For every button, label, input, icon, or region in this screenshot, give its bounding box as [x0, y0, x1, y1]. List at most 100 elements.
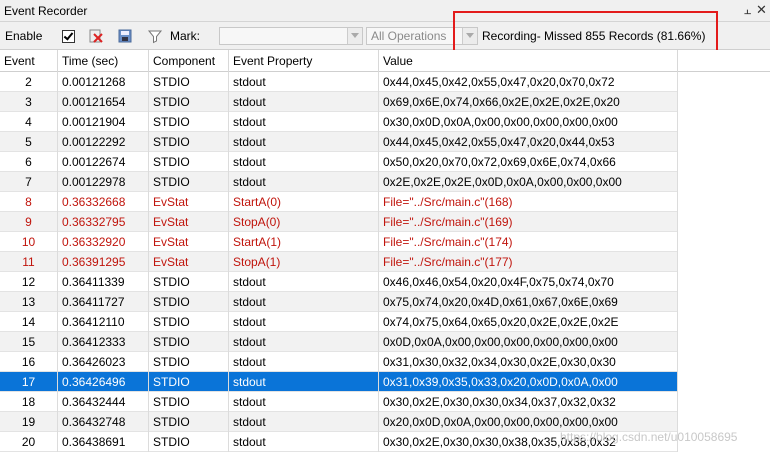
value-cell: 0x2E,0x2E,0x2E,0x0D,0x0A,0x00,0x00,0x00	[379, 172, 678, 192]
component-cell: STDIO	[149, 432, 229, 452]
value-cell: File="../Src/main.c"(169)	[379, 212, 678, 232]
component-cell: STDIO	[149, 292, 229, 312]
filter-icon[interactable]	[147, 22, 163, 50]
property-cell: stdout	[229, 132, 379, 152]
table-row[interactable]: 14 0.36412110 STDIO stdout 0x74,0x75,0x64,0x…	[0, 312, 678, 332]
time-cell: 0.36412333	[58, 332, 149, 352]
value-cell: 0x0D,0x0A,0x00,0x00,0x00,0x00,0x00,0x00	[379, 332, 678, 352]
table-row[interactable]: 16 0.36426023 STDIO stdout 0x31,0x30,0x32,0x…	[0, 352, 678, 372]
table-row[interactable]: 13 0.36411727 STDIO stdout 0x75,0x74,0x20,0x…	[0, 292, 678, 312]
time-cell: 0.36432748	[58, 412, 149, 432]
component-cell: STDIO	[149, 332, 229, 352]
event-cell: 6	[0, 152, 58, 172]
component-cell: EvStat	[149, 212, 229, 232]
event-cell: 7	[0, 172, 58, 192]
clear-icon[interactable]	[88, 22, 104, 50]
event-cell: 2	[0, 72, 58, 92]
column-header-value[interactable]: Value	[379, 50, 678, 72]
event-cell: 15	[0, 332, 58, 352]
table-row[interactable]: 15 0.36412333 STDIO stdout 0x0D,0x0A,0x00,0x…	[0, 332, 678, 352]
table-row[interactable]: 5 0.00122292 STDIO stdout 0x44,0x45,0x42,0x5…	[0, 132, 678, 152]
time-cell: 0.36332668	[58, 192, 149, 212]
time-cell: 0.36426023	[58, 352, 149, 372]
table-row[interactable]: 6 0.00122674 STDIO stdout 0x50,0x20,0x70,0x7…	[0, 152, 678, 172]
mark-dropdown[interactable]	[219, 27, 363, 45]
property-cell: stdout	[229, 292, 379, 312]
property-cell: stdout	[229, 352, 379, 372]
event-cell: 9	[0, 212, 58, 232]
value-cell: 0x30,0x0D,0x0A,0x00,0x00,0x00,0x00,0x00	[379, 112, 678, 132]
event-cell: 4	[0, 112, 58, 132]
value-cell: 0x75,0x74,0x20,0x4D,0x61,0x67,0x6E,0x69	[379, 292, 678, 312]
property-cell: stdout	[229, 432, 379, 452]
component-cell: STDIO	[149, 412, 229, 432]
close-icon[interactable]: ✕	[756, 2, 767, 18]
table-row[interactable]: 8 0.36332668 EvStat StartA(0) File="../Src/m…	[0, 192, 678, 212]
time-cell: 0.36426496	[58, 372, 149, 392]
table-row[interactable]: 18 0.36432444 STDIO stdout 0x30,0x2E,0x30,0x…	[0, 392, 678, 412]
value-cell: 0x20,0x0D,0x0A,0x00,0x00,0x00,0x00,0x00	[379, 412, 678, 432]
component-cell: EvStat	[149, 252, 229, 272]
time-cell: 0.00122292	[58, 132, 149, 152]
component-cell: STDIO	[149, 112, 229, 132]
value-cell: 0x69,0x6E,0x74,0x66,0x2E,0x2E,0x2E,0x20	[379, 92, 678, 112]
event-cell: 10	[0, 232, 58, 252]
event-cell: 14	[0, 312, 58, 332]
event-cell: 20	[0, 432, 58, 452]
property-cell: StartA(1)	[229, 232, 379, 252]
property-cell: stdout	[229, 272, 379, 292]
window-title: Event Recorder	[4, 4, 88, 18]
column-header-time[interactable]: Time (sec)	[58, 50, 149, 72]
time-cell: 0.36411339	[58, 272, 149, 292]
component-cell: EvStat	[149, 192, 229, 212]
component-cell: STDIO	[149, 372, 229, 392]
table-row[interactable]: 2 0.00121268 STDIO stdout 0x44,0x45,0x42,0x5…	[0, 72, 678, 92]
table-row[interactable]: 17 0.36426496 STDIO stdout 0x31,0x39,0x35,0x…	[0, 372, 678, 392]
event-cell: 12	[0, 272, 58, 292]
table-row[interactable]: 10 0.36332920 EvStat StartA(1) File="../Src/…	[0, 232, 678, 252]
operations-value: All Operations	[371, 29, 447, 43]
time-cell: 0.36411727	[58, 292, 149, 312]
value-cell: 0x31,0x39,0x35,0x33,0x20,0x0D,0x0A,0x00	[379, 372, 678, 392]
component-cell: STDIO	[149, 312, 229, 332]
component-cell: STDIO	[149, 172, 229, 192]
column-header-event[interactable]: Event	[0, 50, 58, 72]
value-cell: File="../Src/main.c"(177)	[379, 252, 678, 272]
pin-icon[interactable]: ⫠	[744, 3, 751, 18]
property-cell: stdout	[229, 152, 379, 172]
property-cell: stdout	[229, 112, 379, 132]
column-header-component[interactable]: Component	[149, 50, 229, 72]
event-cell: 13	[0, 292, 58, 312]
table-row[interactable]: 19 0.36432748 STDIO stdout 0x20,0x0D,0x0A,0x…	[0, 412, 678, 432]
table-row[interactable]: 11 0.36391295 EvStat StopA(1) File="../Src/m…	[0, 252, 678, 272]
value-cell: 0x46,0x46,0x54,0x20,0x4F,0x75,0x74,0x70	[379, 272, 678, 292]
table-row[interactable]: 12 0.36411339 STDIO stdout 0x46,0x46,0x54,0x…	[0, 272, 678, 292]
property-cell: stdout	[229, 72, 379, 92]
table-row[interactable]: 9 0.36332795 EvStat StopA(0) File="../Src/ma…	[0, 212, 678, 232]
enable-label: Enable	[5, 29, 43, 43]
enable-checkbox[interactable]	[62, 22, 75, 50]
time-cell: 0.00121654	[58, 92, 149, 112]
component-cell: STDIO	[149, 72, 229, 92]
column-header-event-property[interactable]: Event Property	[229, 50, 379, 72]
table-row[interactable]: 4 0.00121904 STDIO stdout 0x30,0x0D,0x0A,0x0…	[0, 112, 678, 132]
save-icon[interactable]	[117, 22, 133, 50]
value-cell: 0x44,0x45,0x42,0x55,0x47,0x20,0x44,0x53	[379, 132, 678, 152]
chevron-down-icon	[347, 28, 362, 44]
time-cell: 0.36412110	[58, 312, 149, 332]
property-cell: stdout	[229, 92, 379, 112]
component-cell: EvStat	[149, 232, 229, 252]
property-cell: stdout	[229, 172, 379, 192]
event-cell: 5	[0, 132, 58, 152]
property-cell: stdout	[229, 412, 379, 432]
time-cell: 0.00121268	[58, 72, 149, 92]
property-cell: StopA(1)	[229, 252, 379, 272]
property-cell: stdout	[229, 392, 379, 412]
table-row[interactable]: 7 0.00122978 STDIO stdout 0x2E,0x2E,0x2E,0x0…	[0, 172, 678, 192]
table-row[interactable]: 3 0.00121654 STDIO stdout 0x69,0x6E,0x74,0x6…	[0, 92, 678, 112]
time-cell: 0.00122978	[58, 172, 149, 192]
property-cell: stdout	[229, 312, 379, 332]
component-cell: STDIO	[149, 352, 229, 372]
value-cell: File="../Src/main.c"(168)	[379, 192, 678, 212]
component-cell: STDIO	[149, 392, 229, 412]
